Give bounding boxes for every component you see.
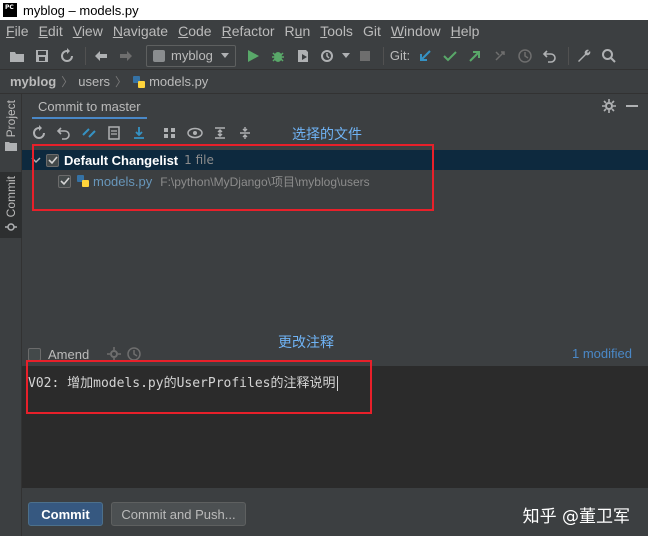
git-merge-icon[interactable] [489, 45, 511, 67]
commit-button[interactable]: Commit [28, 502, 103, 526]
menu-tools[interactable]: Tools [316, 23, 357, 39]
rollback-icon[interactable] [539, 45, 561, 67]
stop-icon[interactable] [354, 45, 376, 67]
title-bar: myblog – models.py [0, 0, 648, 20]
git-commit-check-icon[interactable] [439, 45, 461, 67]
menu-help[interactable]: Help [447, 23, 484, 39]
commit-tool-tab[interactable]: Commit [0, 172, 22, 238]
toolbar-separator [568, 46, 570, 65]
settings-wrench-icon[interactable] [573, 45, 595, 67]
commit-tab-label: Commit [4, 176, 18, 218]
toolbar-separator [382, 46, 384, 65]
django-config-icon [153, 49, 165, 62]
commit-actions-bar: Commit Commit and Push... 知乎 @董卫军 [22, 488, 648, 536]
run-icon[interactable] [242, 45, 264, 67]
menu-window[interactable]: Window [387, 23, 445, 39]
amend-checkbox[interactable] [28, 347, 41, 361]
selected-files-highlight-box [32, 144, 434, 211]
modified-count-link[interactable]: 1 modified [572, 346, 632, 361]
selected-files-annotation: 选择的文件 [292, 127, 362, 143]
menu-run[interactable]: Run [281, 23, 315, 39]
debug-icon[interactable] [267, 45, 289, 67]
shelve-icon[interactable] [103, 122, 125, 144]
expand-all-icon[interactable] [209, 122, 231, 144]
chevron-down-icon [220, 52, 229, 58]
gear-icon[interactable] [602, 99, 616, 113]
collapse-all-icon[interactable] [234, 122, 256, 144]
folder-icon [5, 142, 17, 152]
zhihu-watermark: 知乎 @董卫军 [522, 507, 630, 527]
back-arrow-icon[interactable] [90, 45, 112, 67]
menu-navigate[interactable]: Navigate [109, 23, 172, 39]
commit-options-gear-icon[interactable] [107, 347, 122, 361]
more-run-options-chevron-icon[interactable] [341, 52, 350, 59]
profile-icon[interactable] [317, 45, 339, 67]
commit-icon [5, 223, 17, 232]
git-update-icon[interactable] [414, 45, 436, 67]
project-tab-label: Project [4, 100, 18, 138]
menu-refactor[interactable]: Refactor [218, 23, 279, 39]
project-tool-tab[interactable]: Project [0, 100, 22, 160]
group-by-icon[interactable] [159, 122, 181, 144]
open-folder-icon[interactable] [6, 45, 28, 67]
main-toolbar: myblog Git: [0, 42, 648, 70]
forward-arrow-icon[interactable] [115, 45, 137, 67]
commit-and-push-button[interactable]: Commit and Push... [111, 502, 246, 526]
download-update-icon[interactable] [128, 122, 150, 144]
breadcrumb: myblog 〉 users 〉 models.py [0, 70, 648, 94]
eye-icon[interactable] [184, 122, 206, 144]
chevron-right-icon: 〉 [115, 75, 128, 89]
menu-bar: File Edit View Navigate Code Refactor Ru… [0, 20, 648, 42]
git-push-icon[interactable] [464, 45, 486, 67]
refresh-icon[interactable] [28, 122, 50, 144]
run-with-coverage-icon[interactable] [292, 45, 314, 67]
save-all-icon[interactable] [31, 45, 53, 67]
menu-git[interactable]: Git [359, 23, 385, 39]
menu-view[interactable]: View [69, 23, 107, 39]
history-clock-icon[interactable] [514, 45, 536, 67]
show-diff-icon[interactable] [78, 122, 100, 144]
commit-panel: Commit to master 选择的文件 Default Changelis… [22, 94, 648, 536]
chevron-right-icon: 〉 [61, 75, 74, 89]
panel-header-actions [602, 99, 638, 113]
commit-message-highlight-box [26, 360, 372, 414]
run-configuration-label: myblog [171, 48, 213, 63]
run-configuration-select[interactable]: myblog [146, 44, 236, 67]
git-label: Git: [389, 48, 411, 63]
left-tool-strip: Project Commit [0, 94, 22, 536]
python-file-icon [133, 75, 146, 88]
pycharm-logo-icon [3, 3, 17, 17]
breadcrumb-folder[interactable]: users [78, 74, 110, 89]
commit-panel-header: Commit to master [22, 94, 648, 120]
commit-history-clock-icon[interactable] [127, 347, 141, 361]
breadcrumb-project[interactable]: myblog [10, 74, 56, 89]
minimize-icon[interactable] [626, 99, 638, 113]
breadcrumb-file[interactable]: models.py [149, 74, 208, 89]
window-title: myblog – models.py [23, 2, 139, 18]
menu-code[interactable]: Code [174, 23, 215, 39]
toolbar-separator [85, 46, 86, 65]
synchronize-icon[interactable] [56, 45, 78, 67]
search-icon[interactable] [598, 45, 620, 67]
menu-edit[interactable]: Edit [35, 23, 67, 39]
menu-file[interactable]: File [2, 23, 33, 39]
commit-panel-title[interactable]: Commit to master [32, 95, 147, 119]
rollback-icon[interactable] [53, 122, 75, 144]
